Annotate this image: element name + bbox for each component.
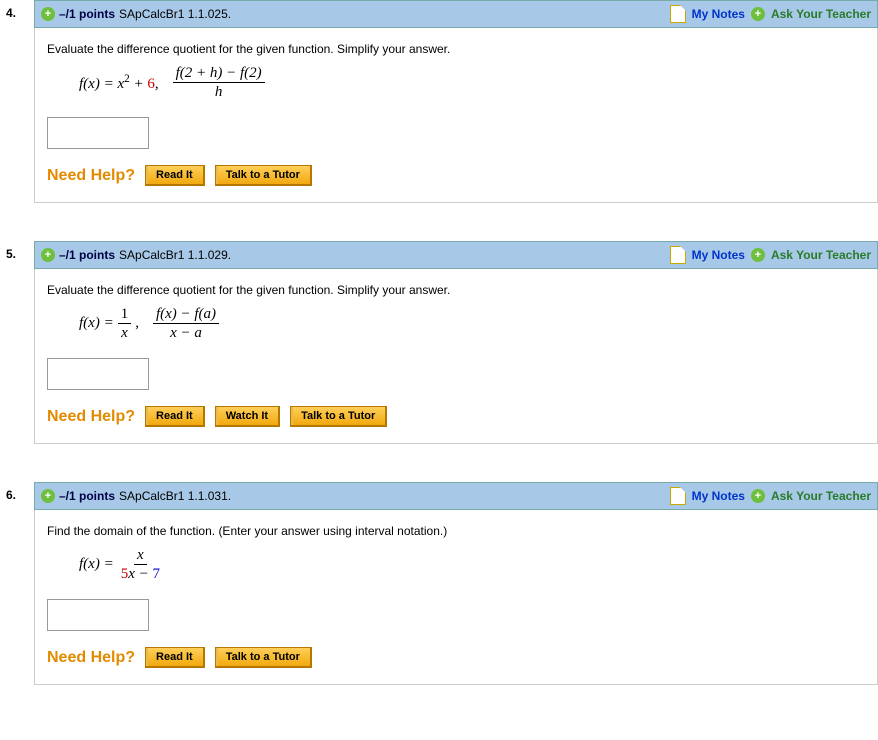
question-header: + –/1 points SApCalcBr1 1.1.029. My Note… <box>34 241 878 269</box>
question-ref: SApCalcBr1 1.1.025. <box>119 7 231 21</box>
need-help-label: Need Help? <box>47 408 135 426</box>
math-expression: f(x) = x2 + 6, f(2 + h) − f(2) h <box>47 64 865 101</box>
question-body: Evaluate the difference quotient for the… <box>34 269 878 444</box>
expand-icon[interactable]: + <box>41 489 55 503</box>
question-header: + –/1 points SApCalcBr1 1.1.025. My Note… <box>34 0 878 28</box>
answer-input[interactable] <box>47 117 149 149</box>
my-notes-link[interactable]: My Notes <box>692 7 745 21</box>
plus-icon: + <box>751 7 765 21</box>
question-ref: SApCalcBr1 1.1.031. <box>119 489 231 503</box>
watch-it-button[interactable]: Watch It <box>215 406 280 427</box>
question-number: 6. <box>0 482 34 510</box>
difference-quotient: f(x) − f(a) x − a <box>153 305 219 342</box>
plus-icon: + <box>751 489 765 503</box>
question-4: 4. + –/1 points SApCalcBr1 1.1.025. My N… <box>0 0 878 203</box>
question-header: + –/1 points SApCalcBr1 1.1.031. My Note… <box>34 482 878 510</box>
question-number: 5. <box>0 241 34 269</box>
my-notes-link[interactable]: My Notes <box>692 489 745 503</box>
note-icon <box>670 487 686 505</box>
question-body: Find the domain of the function. (Enter … <box>34 510 878 685</box>
talk-tutor-button[interactable]: Talk to a Tutor <box>215 647 312 668</box>
question-prompt: Find the domain of the function. (Enter … <box>47 524 865 538</box>
ask-teacher-link[interactable]: Ask Your Teacher <box>771 489 871 503</box>
note-icon <box>670 5 686 23</box>
points-label: –/1 points <box>59 489 115 503</box>
ask-teacher-link[interactable]: Ask Your Teacher <box>771 7 871 21</box>
read-it-button[interactable]: Read It <box>145 406 205 427</box>
question-body: Evaluate the difference quotient for the… <box>34 28 878 203</box>
expand-icon[interactable]: + <box>41 7 55 21</box>
points-label: –/1 points <box>59 7 115 21</box>
question-ref: SApCalcBr1 1.1.029. <box>119 248 231 262</box>
math-expression: f(x) = x 5x − 7 <box>47 546 865 583</box>
question-5: 5. + –/1 points SApCalcBr1 1.1.029. My N… <box>0 241 878 444</box>
answer-input[interactable] <box>47 358 149 390</box>
read-it-button[interactable]: Read It <box>145 165 205 186</box>
note-icon <box>670 246 686 264</box>
question-prompt: Evaluate the difference quotient for the… <box>47 283 865 297</box>
need-help-label: Need Help? <box>47 167 135 185</box>
ask-teacher-link[interactable]: Ask Your Teacher <box>771 248 871 262</box>
question-prompt: Evaluate the difference quotient for the… <box>47 42 865 56</box>
my-notes-link[interactable]: My Notes <box>692 248 745 262</box>
question-number: 4. <box>0 0 34 28</box>
expand-icon[interactable]: + <box>41 248 55 262</box>
talk-tutor-button[interactable]: Talk to a Tutor <box>215 165 312 186</box>
plus-icon: + <box>751 248 765 262</box>
answer-input[interactable] <box>47 599 149 631</box>
points-label: –/1 points <box>59 248 115 262</box>
talk-tutor-button[interactable]: Talk to a Tutor <box>290 406 387 427</box>
difference-quotient: f(2 + h) − f(2) h <box>173 64 265 101</box>
read-it-button[interactable]: Read It <box>145 647 205 668</box>
math-expression: f(x) = 1 x , f(x) − f(a) x − a <box>47 305 865 342</box>
need-help-label: Need Help? <box>47 649 135 667</box>
question-6: 6. + –/1 points SApCalcBr1 1.1.031. My N… <box>0 482 878 685</box>
